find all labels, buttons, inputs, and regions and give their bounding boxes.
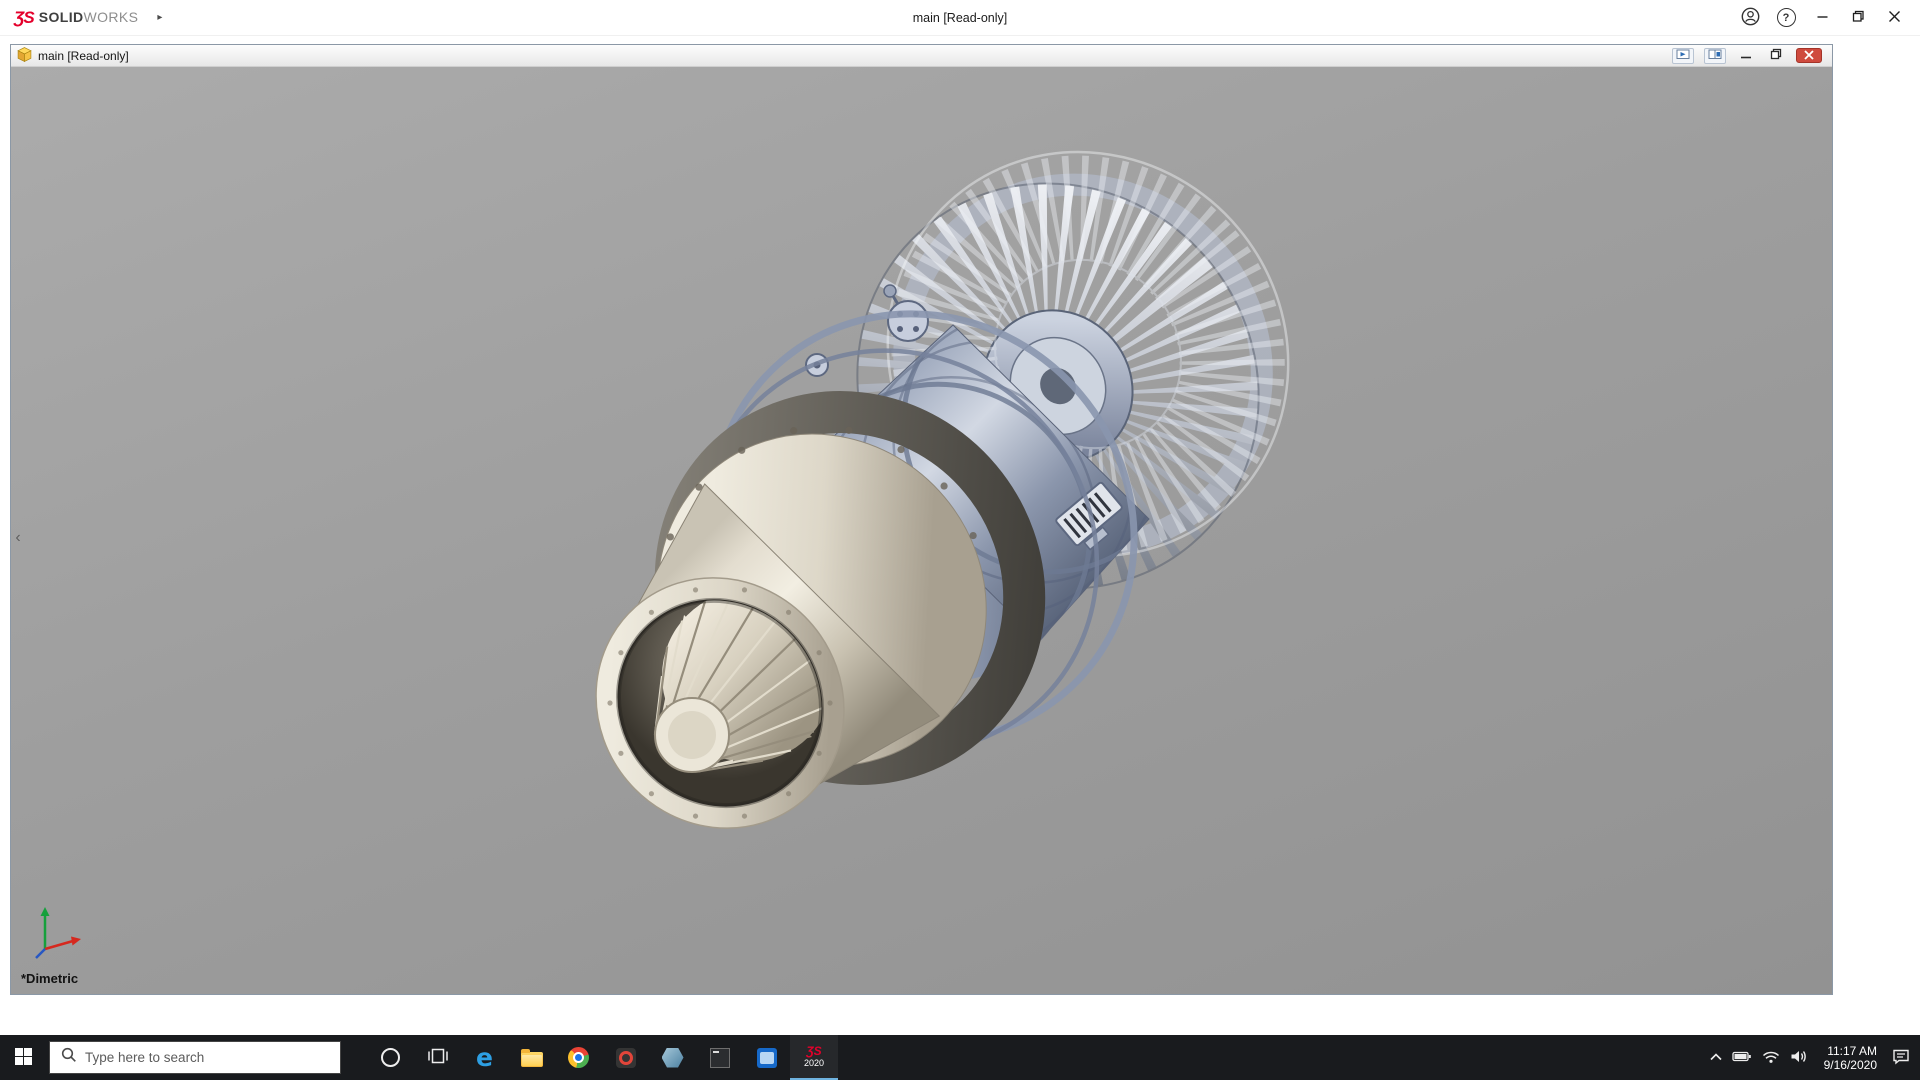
edge-icon: e — [476, 1045, 493, 1070]
user-account-icon — [1741, 7, 1760, 29]
task-view-button[interactable] — [414, 1035, 461, 1080]
help-icon: ? — [1777, 8, 1796, 27]
panel-collapse-arrow-icon[interactable]: ‹ — [11, 525, 25, 551]
chrome-button[interactable] — [555, 1035, 602, 1080]
app-window-controls: ? — [1732, 3, 1912, 33]
doc-close-button[interactable] — [1796, 48, 1822, 63]
orientation-triad[interactable] — [36, 907, 81, 958]
chevron-up-icon — [1709, 1050, 1723, 1065]
edge-button[interactable]: e — [461, 1035, 508, 1080]
action-center-button[interactable] — [1892, 1048, 1910, 1068]
minimize-icon — [1740, 48, 1752, 63]
search-icon — [61, 1047, 77, 1068]
brand-solid-text: SOLID — [39, 9, 84, 25]
screen: ƷS SOLIDWORKS ▸ main [Read-only] ? — [0, 0, 1920, 1080]
solidworks-brand: ƷS SOLIDWORKS ▸ — [8, 8, 162, 28]
app-titlebar: ƷS SOLIDWORKS ▸ main [Read-only] ? — [0, 0, 1920, 36]
app-close-button[interactable] — [1876, 3, 1912, 33]
taskbar-search[interactable] — [49, 1041, 341, 1074]
close-icon — [1804, 48, 1814, 63]
new-window-icon — [1676, 48, 1690, 63]
volume-icon — [1790, 1049, 1809, 1067]
pinned-app-red-button[interactable] — [602, 1035, 649, 1080]
wifi-icon — [1761, 1049, 1781, 1067]
clock-date: 9/16/2020 — [1824, 1058, 1877, 1072]
app-minimize-button[interactable] — [1804, 3, 1840, 33]
taskbar-clock[interactable]: 11:17 AM 9/16/2020 — [1824, 1044, 1877, 1072]
app-title: main [Read-only] — [913, 11, 1008, 25]
blue-window-app-icon — [757, 1048, 777, 1068]
doc-new-window-button[interactable] — [1672, 48, 1694, 64]
battery-icon — [1732, 1048, 1752, 1067]
sign-in-button[interactable] — [1732, 3, 1768, 33]
chrome-icon — [568, 1047, 589, 1068]
solidworks-taskbar-button[interactable]: ƷS 2020 — [790, 1035, 838, 1080]
action-center-icon — [1892, 1048, 1910, 1068]
search-input[interactable] — [85, 1050, 329, 1065]
solidworks-app-icon: ƷS — [806, 1045, 821, 1058]
doc-restore-button[interactable] — [1766, 48, 1786, 64]
battery-status-button[interactable] — [1732, 1048, 1752, 1067]
menu-expand-arrow-icon[interactable]: ▸ — [157, 12, 162, 23]
document-titlebar[interactable]: main [Read-only] — [11, 45, 1832, 67]
network-status-button[interactable] — [1761, 1049, 1781, 1067]
volume-button[interactable] — [1790, 1049, 1809, 1067]
start-button[interactable] — [0, 1035, 47, 1080]
windows-logo-icon — [15, 1048, 32, 1068]
tray-expand-button[interactable] — [1709, 1050, 1723, 1065]
restore-icon — [1852, 10, 1865, 26]
doc-split-view-button[interactable] — [1704, 48, 1726, 64]
doc-minimize-button[interactable] — [1736, 48, 1756, 64]
restore-icon — [1770, 48, 1782, 63]
minimize-icon — [1816, 10, 1829, 26]
view-orientation-label: *Dimetric — [21, 971, 78, 986]
terminal-app-icon — [710, 1048, 730, 1068]
document-title: main [Read-only] — [38, 49, 129, 63]
solidworks-app-year: 2020 — [804, 1058, 824, 1068]
3d-viewport[interactable]: ‹ *Dimetric — [11, 67, 1832, 994]
help-button[interactable]: ? — [1768, 3, 1804, 33]
document-window: main [Read-only] — [10, 44, 1833, 995]
cortana-icon — [381, 1048, 400, 1067]
task-view-icon — [427, 1048, 449, 1067]
clock-time: 11:17 AM — [1824, 1044, 1877, 1058]
close-icon — [1888, 10, 1901, 26]
engine-model[interactable] — [11, 67, 1832, 994]
document-window-controls — [1672, 48, 1826, 64]
split-view-icon — [1708, 48, 1722, 63]
cortana-button[interactable] — [367, 1035, 414, 1080]
assembly-document-icon — [17, 47, 32, 65]
taskbar: e ƷS 2020 11:17 AM 9/16/202 — [0, 1035, 1920, 1080]
hexagon-app-icon — [662, 1048, 684, 1068]
pinned-app-terminal-button[interactable] — [696, 1035, 743, 1080]
file-explorer-button[interactable] — [508, 1035, 555, 1080]
system-tray: 11:17 AM 9/16/2020 — [1709, 1044, 1920, 1072]
pinned-app-blue-button[interactable] — [743, 1035, 790, 1080]
file-explorer-icon — [521, 1052, 543, 1067]
red-circle-app-icon — [616, 1048, 636, 1068]
brand-works-text: WORKS — [84, 9, 139, 25]
pinned-app-hexagon-button[interactable] — [649, 1035, 696, 1080]
brand-wordmark: SOLIDWORKS — [39, 9, 139, 27]
app-restore-button[interactable] — [1840, 3, 1876, 33]
dassault-systemes-logo-icon: ƷS — [14, 8, 34, 28]
